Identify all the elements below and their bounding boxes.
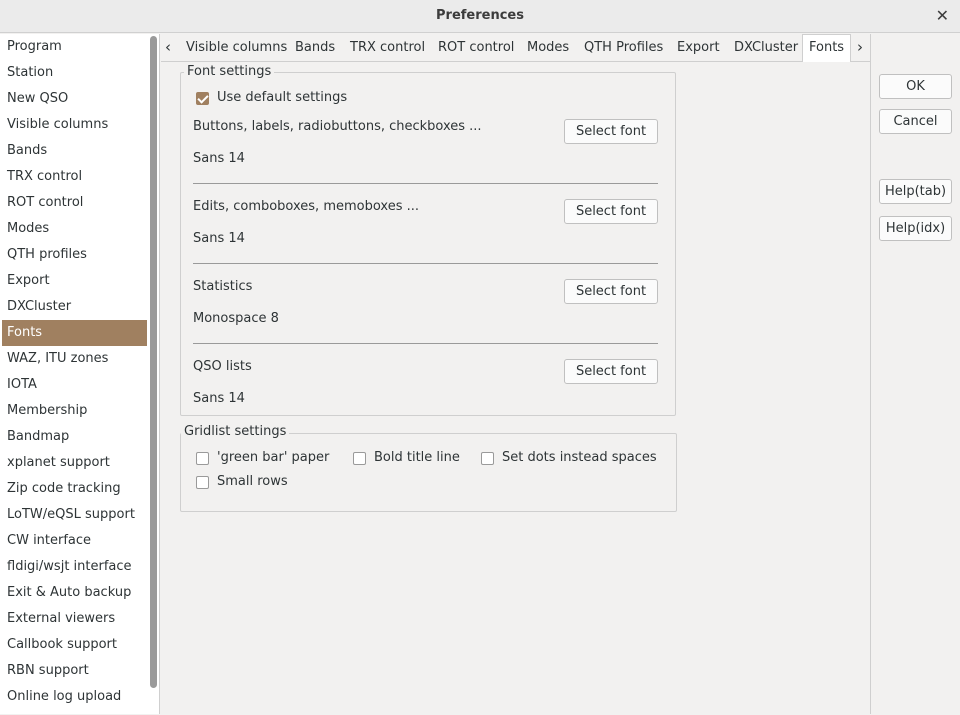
tab-visible-columns[interactable]: Visible columns xyxy=(186,34,287,61)
sidebar-item-export[interactable]: Export xyxy=(2,268,147,294)
separator xyxy=(193,183,658,184)
tab-scroll-left-icon[interactable]: ‹ xyxy=(165,38,171,56)
sidebar-item-membership[interactable]: Membership xyxy=(2,398,147,424)
sidebar-item-bands[interactable]: Bands xyxy=(2,138,147,164)
font-settings-title: Font settings xyxy=(184,64,275,79)
gridlist-settings-title: Gridlist settings xyxy=(181,424,290,439)
green-bar-label: 'green bar' paper xyxy=(217,450,330,465)
select-font-button-qso-lists[interactable]: Select font xyxy=(564,359,658,384)
ok-button[interactable]: OK xyxy=(879,74,952,99)
sidebar-item-iota[interactable]: IOTA xyxy=(2,372,147,398)
sidebar-item-qth-profiles[interactable]: QTH profiles xyxy=(2,242,147,268)
sidebar-item-online-log-upload[interactable]: Online log upload xyxy=(2,684,147,710)
sidebar-item-rot-control[interactable]: ROT control xyxy=(2,190,147,216)
tab-bands[interactable]: Bands xyxy=(295,34,335,61)
edits-font-label: Edits, comboboxes, memoboxes ... xyxy=(193,199,419,214)
sidebar-item-visible-columns[interactable]: Visible columns xyxy=(2,112,147,138)
use-default-checkbox[interactable] xyxy=(196,92,209,105)
separator xyxy=(193,343,658,344)
sidebar-scrollbar[interactable] xyxy=(150,36,157,688)
tab-rot-control[interactable]: ROT control xyxy=(438,34,514,61)
qso-lists-font-value: Sans 14 xyxy=(193,391,245,406)
help-tab-button[interactable]: Help(tab) xyxy=(879,179,952,204)
sidebar-item-station[interactable]: Station xyxy=(2,60,147,86)
buttons-font-label: Buttons, labels, radiobuttons, checkboxe… xyxy=(193,119,482,134)
cancel-button[interactable]: Cancel xyxy=(879,109,952,134)
tab-fonts[interactable]: Fonts xyxy=(802,34,852,62)
sidebar-item-program[interactable]: Program xyxy=(2,34,147,60)
sidebar-item-new-qso[interactable]: New QSO xyxy=(2,86,147,112)
window-title: Preferences xyxy=(436,8,524,23)
edits-font-value: Sans 14 xyxy=(193,231,245,246)
statistics-font-value: Monospace 8 xyxy=(193,311,279,326)
sidebar-item-fonts[interactable]: Fonts xyxy=(2,320,147,346)
sidebar-item-rbn-support[interactable]: RBN support xyxy=(2,658,147,684)
sidebar-item-waz-itu-zones[interactable]: WAZ, ITU zones xyxy=(2,346,147,372)
select-font-button-edits[interactable]: Select font xyxy=(564,199,658,224)
sidebar-item-callbook-support[interactable]: Callbook support xyxy=(2,632,147,658)
sidebar: Program Station New QSO Visible columns … xyxy=(0,34,160,714)
small-rows-label: Small rows xyxy=(217,474,288,489)
sidebar-item-xplanet-support[interactable]: xplanet support xyxy=(2,450,147,476)
green-bar-checkbox[interactable] xyxy=(196,452,209,465)
small-rows-checkbox[interactable] xyxy=(196,476,209,489)
select-font-button-buttons[interactable]: Select font xyxy=(564,119,658,144)
statistics-font-label: Statistics xyxy=(193,279,253,294)
help-idx-button[interactable]: Help(idx) xyxy=(879,216,952,241)
select-font-button-statistics[interactable]: Select font xyxy=(564,279,658,304)
bold-title-label: Bold title line xyxy=(374,450,460,465)
buttons-font-value: Sans 14 xyxy=(193,151,245,166)
sidebar-item-cw-interface[interactable]: CW interface xyxy=(2,528,147,554)
close-icon[interactable]: ✕ xyxy=(936,6,949,25)
tab-dxcluster[interactable]: DXCluster xyxy=(734,34,798,61)
sidebar-item-exit-auto-backup[interactable]: Exit & Auto backup xyxy=(2,580,147,606)
use-default-label: Use default settings xyxy=(217,90,348,105)
tab-modes[interactable]: Modes xyxy=(527,34,569,61)
divider xyxy=(870,34,871,714)
sidebar-item-modes[interactable]: Modes xyxy=(2,216,147,242)
dots-instead-spaces-checkbox[interactable] xyxy=(481,452,494,465)
sidebar-item-lotw-eqsl-support[interactable]: LoTW/eQSL support xyxy=(2,502,147,528)
sidebar-item-dxcluster[interactable]: DXCluster xyxy=(2,294,147,320)
tab-qth-profiles[interactable]: QTH Profiles xyxy=(584,34,663,61)
tab-scroll-right-icon[interactable]: › xyxy=(857,38,863,56)
sidebar-item-bandmap[interactable]: Bandmap xyxy=(2,424,147,450)
tab-export[interactable]: Export xyxy=(677,34,720,61)
qso-lists-font-label: QSO lists xyxy=(193,359,252,374)
gridlist-settings-group xyxy=(180,433,677,512)
sidebar-item-trx-control[interactable]: TRX control xyxy=(2,164,147,190)
bold-title-checkbox[interactable] xyxy=(353,452,366,465)
tab-bar: ‹ Visible columns Bands TRX control ROT … xyxy=(161,34,870,62)
sidebar-item-fldigi-wsjt-interface[interactable]: fldigi/wsjt interface xyxy=(2,554,147,580)
dots-instead-spaces-label: Set dots instead spaces xyxy=(502,450,657,465)
separator xyxy=(193,263,658,264)
sidebar-item-zip-code-tracking[interactable]: Zip code tracking xyxy=(2,476,147,502)
tab-trx-control[interactable]: TRX control xyxy=(350,34,425,61)
sidebar-item-external-viewers[interactable]: External viewers xyxy=(2,606,147,632)
title-bar: Preferences ✕ xyxy=(0,0,960,33)
